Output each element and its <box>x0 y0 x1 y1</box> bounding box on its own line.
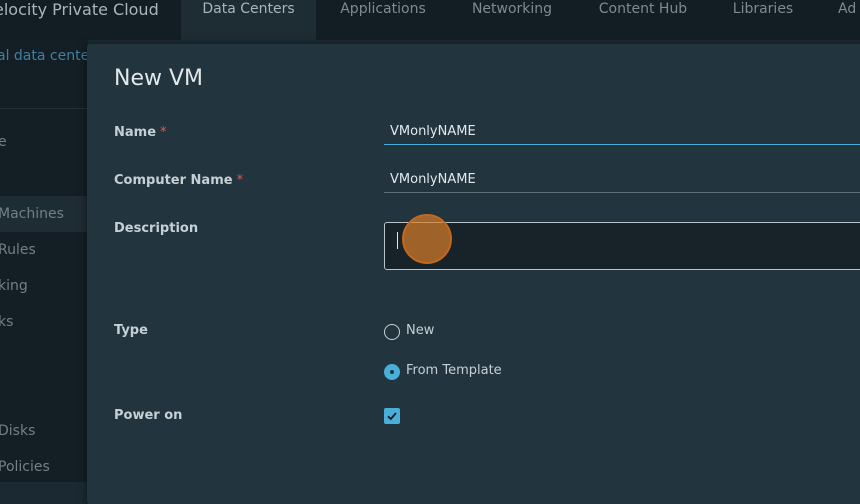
app-title: elocity Private Cloud <box>0 0 159 19</box>
name-input[interactable]: VMonlyNAME <box>384 122 860 145</box>
computer-name-label: Computer Name * <box>114 173 244 188</box>
type-label: Type <box>114 323 148 338</box>
sidebar-item-networking[interactable]: king <box>0 277 28 295</box>
name-label: Name * <box>114 125 167 140</box>
power-on-label: Power on <box>114 408 183 423</box>
computer-name-input[interactable]: VMonlyNAME <box>384 170 860 193</box>
type-new-label[interactable]: New <box>406 323 434 338</box>
nav-tab-networking[interactable]: Networking <box>462 0 562 40</box>
sidebar-divider <box>0 108 88 109</box>
nav-tab-applications[interactable]: Applications <box>330 0 436 40</box>
name-input-value: VMonlyNAME <box>390 124 476 139</box>
sidebar-item-named-disks[interactable]: Disks <box>0 422 35 440</box>
description-label: Description <box>114 221 199 236</box>
new-vm-modal: New VM Name * VMonlyNAME Computer Name * V… <box>87 44 860 504</box>
sidebar-item-disks[interactable]: ks <box>0 313 13 331</box>
type-from-template-radio[interactable] <box>384 364 400 380</box>
sidebar-item-rules[interactable]: Rules <box>0 241 36 259</box>
required-mark: * <box>160 125 167 140</box>
modal-title: New VM <box>114 66 204 91</box>
type-new-radio[interactable] <box>384 324 400 340</box>
breadcrumb-datacenter[interactable]: al data cente <box>0 48 88 64</box>
required-mark: * <box>236 173 244 188</box>
type-from-template-label[interactable]: From Template <box>406 363 502 378</box>
nav-tab-data-centers[interactable]: Data Centers <box>181 0 316 40</box>
nav-tab-libraries[interactable]: Libraries <box>724 0 802 40</box>
checkmark-icon <box>387 412 397 421</box>
description-textarea[interactable] <box>384 222 860 270</box>
power-on-checkbox[interactable] <box>384 408 400 424</box>
sidebar: al data cente e Machines Rules king ks D… <box>0 40 88 482</box>
top-nav-bar: elocity Private Cloud Data Centers Appli… <box>0 0 860 40</box>
sidebar-item-machines[interactable]: Machines <box>0 205 64 223</box>
sidebar-item-e[interactable]: e <box>0 133 7 151</box>
nav-tab-ad[interactable]: Ad <box>838 0 860 40</box>
click-indicator <box>402 214 452 264</box>
sidebar-item-policies[interactable]: Policies <box>0 458 50 476</box>
nav-tab-content-hub[interactable]: Content Hub <box>588 0 698 40</box>
computer-name-input-value: VMonlyNAME <box>390 172 476 187</box>
text-caret <box>397 232 398 249</box>
